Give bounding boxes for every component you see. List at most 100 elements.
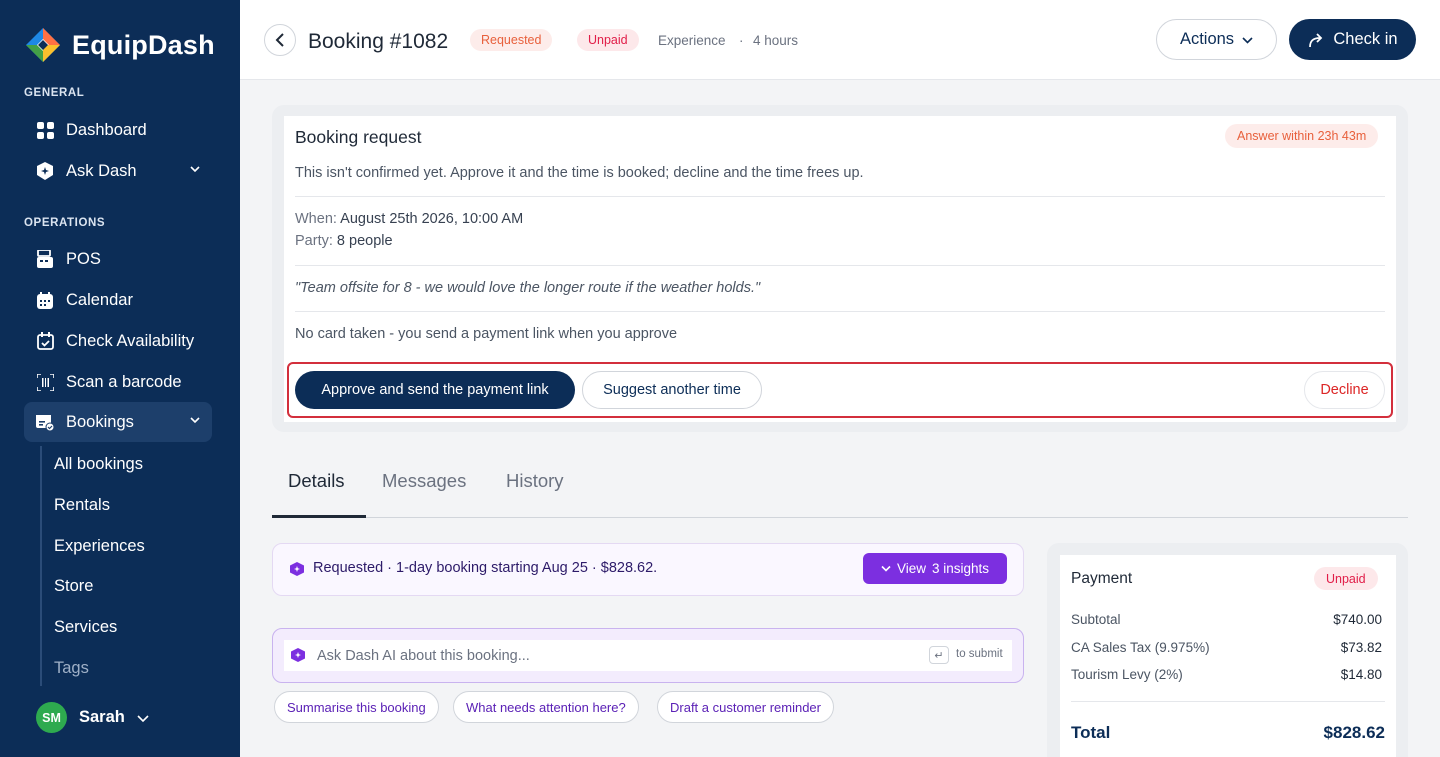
suggestion-chip[interactable]: What needs attention here? <box>453 691 639 723</box>
check-in-label: Check in <box>1333 30 1398 48</box>
party-label: Party: <box>295 233 333 249</box>
submit-hint: to submit <box>956 648 1003 660</box>
nav-label: Bookings <box>66 412 134 431</box>
chevron-down-icon <box>881 565 891 572</box>
section-label-operations: OPERATIONS <box>24 217 106 229</box>
total-label: Total <box>1071 723 1111 742</box>
divider <box>295 196 1385 197</box>
nav-label: Check Availability <box>66 331 195 350</box>
payment-row: Tourism Levy (2%) $14.80 <box>1071 667 1382 682</box>
request-description: This isn't confirmed yet. Approve it and… <box>295 165 864 181</box>
request-when: When: August 25th 2026, 10:00 AM <box>295 211 523 227</box>
sub-item-all-bookings[interactable]: All bookings <box>54 455 143 474</box>
payment-status-badge: Unpaid <box>577 29 639 51</box>
brand[interactable]: EquipDash <box>24 26 215 64</box>
user-name: Sarah <box>79 708 125 726</box>
active-tab-indicator <box>272 515 366 518</box>
payment-row-amount: $73.82 <box>1340 640 1382 655</box>
party-value: 8 people <box>336 233 393 249</box>
sub-item-rentals[interactable]: Rentals <box>54 496 110 515</box>
payment-row-amount: $14.80 <box>1340 667 1382 682</box>
view-label: View <box>896 561 926 576</box>
section-label-general: GENERAL <box>24 87 85 99</box>
grid-icon <box>36 121 54 139</box>
nav-label: POS <box>66 249 101 268</box>
sparkle-shield-icon <box>36 162 54 180</box>
calendar-icon <box>36 291 54 309</box>
chevron-down-icon <box>1242 36 1253 44</box>
view-insights-button[interactable]: View 3 insights <box>863 553 1007 584</box>
calendar-check-icon <box>36 332 54 350</box>
page-header: Booking #1082 Requested Unpaid Experienc… <box>240 0 1440 80</box>
nav-item-ask-dash[interactable]: Ask Dash <box>24 151 212 191</box>
when-label: When: <box>295 211 337 227</box>
actions-label: Actions <box>1179 30 1235 48</box>
payment-row-amount: $740.00 <box>1333 612 1382 627</box>
nav-item-calendar[interactable]: Calendar <box>24 280 212 320</box>
nav-item-dashboard[interactable]: Dashboard <box>24 110 212 150</box>
sparkle-shield-icon <box>291 648 305 662</box>
booking-duration: 4 hours <box>753 33 799 48</box>
equipdash-logo-icon <box>26 28 60 62</box>
answer-deadline-badge: Answer within 23h 43m <box>1225 124 1379 148</box>
when-value: August 25th 2026, 10:00 AM <box>340 211 524 227</box>
chevron-down-icon <box>137 714 149 722</box>
payment-status-badge: Unpaid <box>1314 567 1378 590</box>
barcode-scan-icon <box>36 373 54 391</box>
actions-dropdown-button[interactable]: Actions <box>1156 19 1277 60</box>
tab-details[interactable]: Details <box>288 470 345 492</box>
check-in-arrow-icon <box>1309 32 1323 47</box>
payment-title: Payment <box>1071 570 1133 587</box>
page-title: Booking #1082 <box>308 30 449 53</box>
chevron-down-icon[interactable] <box>190 164 200 174</box>
payment-row-label: Tourism Levy (2%) <box>1071 667 1183 682</box>
booking-request-title: Booking request <box>295 127 422 147</box>
payment-row: CA Sales Tax (9.975%) $73.82 <box>1071 640 1382 655</box>
decline-button[interactable]: Decline <box>1304 371 1385 409</box>
bookings-icon <box>36 413 54 431</box>
payment-row-label: CA Sales Tax (9.975%) <box>1071 640 1210 655</box>
nav-item-check-availability[interactable]: Check Availability <box>24 321 212 361</box>
nav-label: Calendar <box>66 290 133 309</box>
sub-item-experiences[interactable]: Experiences <box>54 537 145 556</box>
avatar: SM <box>36 702 67 733</box>
register-icon <box>36 250 54 268</box>
sub-item-services[interactable]: Services <box>54 618 117 637</box>
nav-item-pos[interactable]: POS <box>24 239 212 279</box>
tabs-divider <box>272 517 1408 518</box>
chevron-left-icon <box>275 33 284 47</box>
divider <box>1071 701 1385 702</box>
meta-separator: · <box>739 33 744 48</box>
brand-name: EquipDash <box>72 29 215 60</box>
sidebar: EquipDash GENERAL Dashboard Ask Dash OPE… <box>0 0 240 757</box>
total-amount: $828.62 <box>1323 723 1385 742</box>
tab-history[interactable]: History <box>506 470 564 492</box>
back-button[interactable] <box>264 24 296 56</box>
suggestion-chip[interactable]: Summarise this booking <box>274 691 439 723</box>
status-badge: Requested <box>470 29 553 51</box>
sub-item-tags[interactable]: Tags <box>54 659 89 678</box>
payment-total: Total $828.62 <box>1071 723 1385 743</box>
booking-type: Experience <box>658 33 726 48</box>
approve-button[interactable]: Approve and send the payment link <box>295 371 575 409</box>
tab-messages[interactable]: Messages <box>382 470 466 492</box>
request-party: Party: 8 people <box>295 233 393 249</box>
payment-note: No card taken - you send a payment link … <box>295 326 678 342</box>
user-menu[interactable]: SM Sarah <box>36 702 149 733</box>
customer-note: "Team offsite for 8 - we would love the … <box>295 280 761 296</box>
suggest-time-button[interactable]: Suggest another time <box>582 371 762 409</box>
nav-label: Dashboard <box>66 120 147 139</box>
check-in-button[interactable]: Check in <box>1289 19 1416 60</box>
nav-label: Scan a barcode <box>66 372 182 391</box>
suggestion-chip[interactable]: Draft a customer reminder <box>657 691 834 723</box>
ask-dash-input[interactable] <box>284 640 1012 671</box>
payment-row: Subtotal $740.00 <box>1071 612 1382 627</box>
nav-label: Ask Dash <box>66 161 137 180</box>
insights-count: 3 insights <box>931 561 990 576</box>
sub-item-store[interactable]: Store <box>54 577 93 596</box>
nav-item-bookings[interactable]: Bookings <box>24 402 212 442</box>
enter-key-icon: ↵ <box>929 646 949 664</box>
nav-item-scan-barcode[interactable]: Scan a barcode <box>24 362 212 402</box>
chevron-down-icon[interactable] <box>190 415 200 425</box>
payment-row-label: Subtotal <box>1071 612 1121 627</box>
